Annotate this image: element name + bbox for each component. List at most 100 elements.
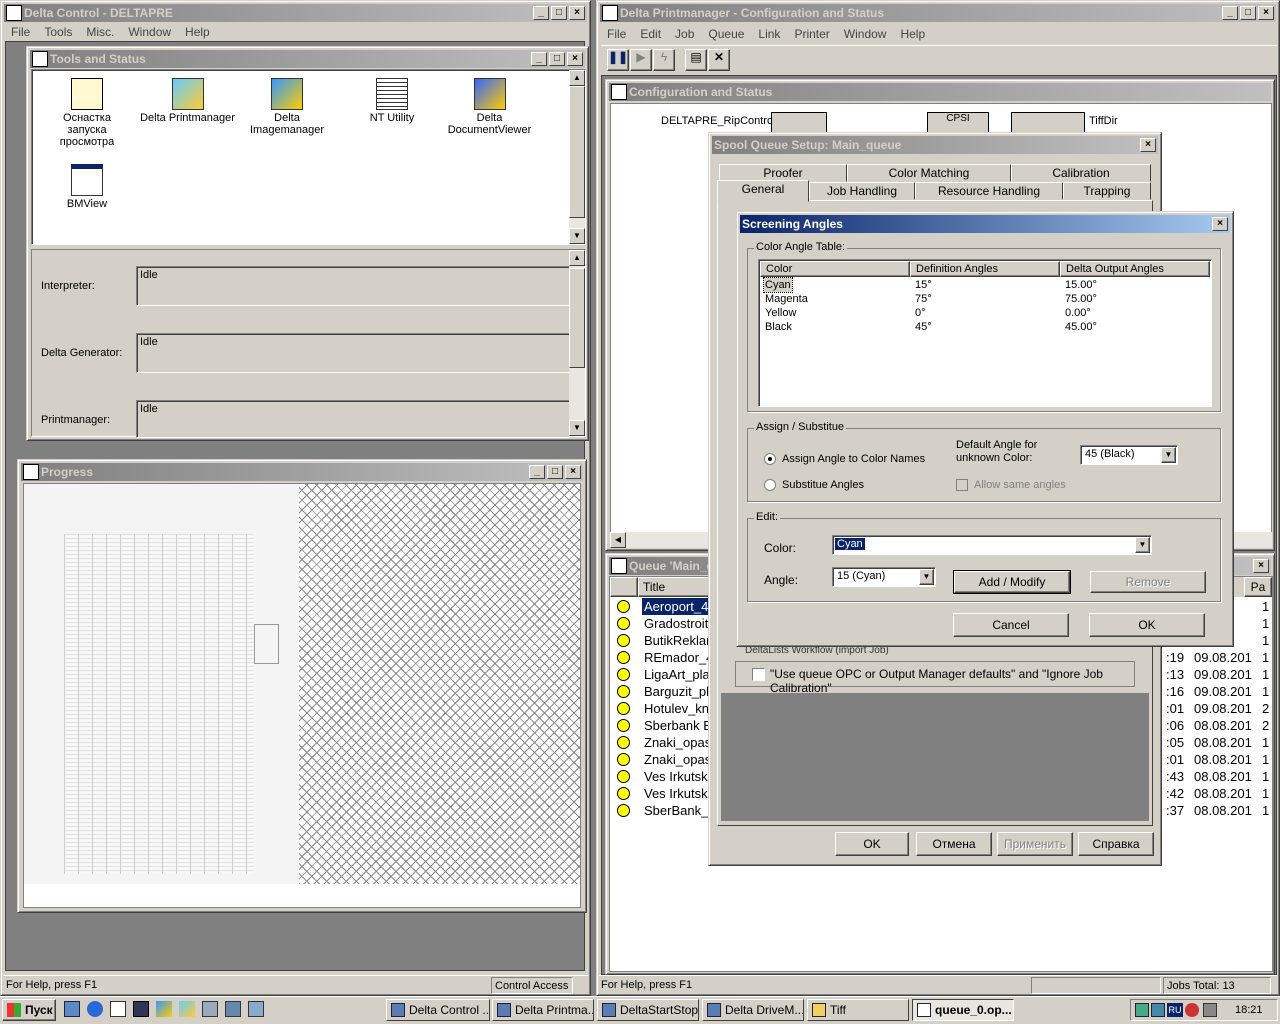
close-button[interactable]: × <box>569 6 585 20</box>
scroll-up-button[interactable]: ▲ <box>569 250 585 266</box>
color-value[interactable]: Cyan <box>834 537 866 551</box>
tool-imagemanager[interactable]: Delta Imagemanager <box>247 78 327 136</box>
list-icon[interactable]: ▤ <box>685 49 707 71</box>
play-icon[interactable]: ▶ <box>630 49 652 71</box>
save-icon[interactable] <box>133 1001 149 1017</box>
cancel-x-icon[interactable]: ✕ <box>708 49 730 71</box>
clock[interactable]: 18:21 <box>1235 1004 1263 1016</box>
ok-button[interactable]: OK <box>1089 613 1205 637</box>
radio-dot[interactable] <box>764 479 776 491</box>
chevron-down-icon[interactable]: ▼ <box>1161 447 1176 463</box>
checkbox-box[interactable] <box>752 668 765 681</box>
apply-button[interactable]: Применить <box>997 832 1073 856</box>
angle-combobox[interactable]: 15 (Cyan) ▼ <box>832 567 936 587</box>
default-angle-select[interactable]: 45 (Black) ▼ <box>1080 445 1178 465</box>
explorer-icon[interactable] <box>64 1001 80 1017</box>
chevron-down-icon[interactable]: ▼ <box>919 569 934 585</box>
remove-button[interactable]: Remove <box>1090 571 1206 593</box>
pa-column-header[interactable]: Pa <box>1244 577 1272 597</box>
menu-window[interactable]: Window <box>844 25 887 43</box>
menu-window[interactable]: Window <box>128 23 171 41</box>
taskbar-deltastartstop[interactable]: DeltaStartStop <box>597 999 699 1021</box>
screening-titlebar[interactable]: Screening Angles <box>740 215 1230 233</box>
output-column-header[interactable]: Delta Output Angles <box>1060 261 1210 277</box>
menu-file[interactable]: File <box>607 25 626 43</box>
speaker-icon[interactable] <box>1203 1003 1217 1017</box>
checkbox-box[interactable] <box>956 479 968 491</box>
angle-row[interactable]: Magenta 75° 75.00° <box>761 292 1211 306</box>
cancel-button[interactable]: Cancel <box>953 613 1069 637</box>
maximize-button[interactable]: □ <box>549 52 565 66</box>
close-button[interactable]: × <box>1140 138 1156 152</box>
menu-tools[interactable]: Tools <box>44 23 72 41</box>
taskbar-drivemanager[interactable]: Delta DriveM... <box>702 999 804 1021</box>
ok-button[interactable]: OK <box>835 832 909 856</box>
job-calibration-checkbox[interactable]: "Use queue OPC or Output Manager default… <box>735 661 1135 695</box>
scroll-up-button[interactable]: ▲ <box>569 70 585 86</box>
language-indicator[interactable]: RU <box>1167 1003 1183 1017</box>
tools-titlebar[interactable]: Tools and Status <box>30 50 585 68</box>
progress-titlebar[interactable]: Progress <box>21 463 583 481</box>
maximize-button[interactable]: □ <box>1240 6 1256 20</box>
menu-edit[interactable]: Edit <box>640 25 661 43</box>
menu-file[interactable]: File <box>11 23 30 41</box>
chevron-down-icon[interactable]: ▼ <box>1135 537 1150 553</box>
tab-resource-handling[interactable]: Resource Handling <box>915 182 1063 200</box>
color-combobox[interactable]: Cyan ▼ <box>832 535 1152 555</box>
menu-misc[interactable]: Misc. <box>86 23 114 41</box>
maximize-button[interactable]: □ <box>547 465 563 479</box>
cancel-button[interactable]: Отмена <box>916 832 992 856</box>
help-button[interactable]: Справка <box>1078 832 1154 856</box>
maximize-button[interactable]: □ <box>551 6 567 20</box>
menu-help[interactable]: Help <box>900 25 925 43</box>
tool-printmanager[interactable]: Delta Printmanager <box>140 78 235 124</box>
utility-icon[interactable] <box>202 1001 218 1017</box>
taskbar-printmanager[interactable]: Delta Printma... <box>492 999 594 1021</box>
config-titlebar[interactable]: Configuration and Status <box>609 83 1271 101</box>
definition-column-header[interactable]: Definition Angles <box>910 261 1060 277</box>
close-button[interactable]: × <box>567 52 583 66</box>
viewer-icon[interactable] <box>225 1001 241 1017</box>
start-button[interactable]: Пуск <box>2 999 56 1021</box>
tab-trapping[interactable]: Trapping <box>1063 182 1151 200</box>
taskbar-queue-file[interactable]: queue_0.op... <box>912 999 1014 1021</box>
delta-control-titlebar[interactable]: Delta Control - DELTAPRE <box>4 4 587 22</box>
tab-color-matching[interactable]: Color Matching <box>847 164 1011 182</box>
ie-icon[interactable] <box>87 1001 103 1017</box>
radio-dot[interactable] <box>764 453 776 465</box>
printmanager-icon[interactable] <box>179 1001 195 1017</box>
add-modify-button[interactable]: Add / Modify <box>953 570 1071 594</box>
network-icon-2[interactable] <box>1151 1003 1165 1017</box>
scroll-down-button[interactable]: ▼ <box>569 228 585 244</box>
close-button[interactable]: × <box>1258 6 1274 20</box>
scroll-left-button[interactable]: ◀ <box>610 532 626 548</box>
minimize-button[interactable]: _ <box>531 52 547 66</box>
network-icon[interactable] <box>1135 1003 1149 1017</box>
close-button[interactable]: × <box>1253 559 1269 573</box>
pause-icon[interactable]: ❚❚ <box>607 49 629 71</box>
menu-help[interactable]: Help <box>185 23 210 41</box>
angle-row[interactable]: Cyan 15° 15.00° <box>761 277 1211 293</box>
printmanager-titlebar[interactable]: Delta Printmanager - Configuration and S… <box>600 4 1276 22</box>
tool-bmview[interactable]: BMView <box>52 164 122 210</box>
antivirus-icon[interactable] <box>1185 1003 1199 1017</box>
scroll-down-button[interactable]: ▼ <box>569 420 585 436</box>
status-column-header[interactable] <box>610 577 638 597</box>
tab-general[interactable]: General <box>717 180 809 202</box>
tool-icon[interactable] <box>248 1001 264 1017</box>
scroll-thumb[interactable] <box>569 86 585 218</box>
spool-titlebar[interactable]: Spool Queue Setup: Main_queue <box>712 136 1158 154</box>
angle-row[interactable]: Black 45° 45.00° <box>761 320 1211 334</box>
menu-link[interactable]: Link <box>758 25 780 43</box>
menu-printer[interactable]: Printer <box>794 25 829 43</box>
minimize-button[interactable]: _ <box>529 465 545 479</box>
tab-job-handling[interactable]: Job Handling <box>809 182 915 200</box>
minimize-button[interactable]: _ <box>533 6 549 20</box>
vertical-scrollbar[interactable]: ▲ ▼ <box>569 70 585 244</box>
tool-documentviewer[interactable]: Delta DocumentViewer <box>442 78 537 136</box>
notepad-icon[interactable] <box>110 1001 126 1017</box>
scroll-thumb[interactable] <box>569 268 585 368</box>
close-button[interactable]: × <box>565 465 581 479</box>
minimize-button[interactable]: _ <box>1222 6 1238 20</box>
taskbar-delta-control[interactable]: Delta Control ... <box>386 999 490 1021</box>
